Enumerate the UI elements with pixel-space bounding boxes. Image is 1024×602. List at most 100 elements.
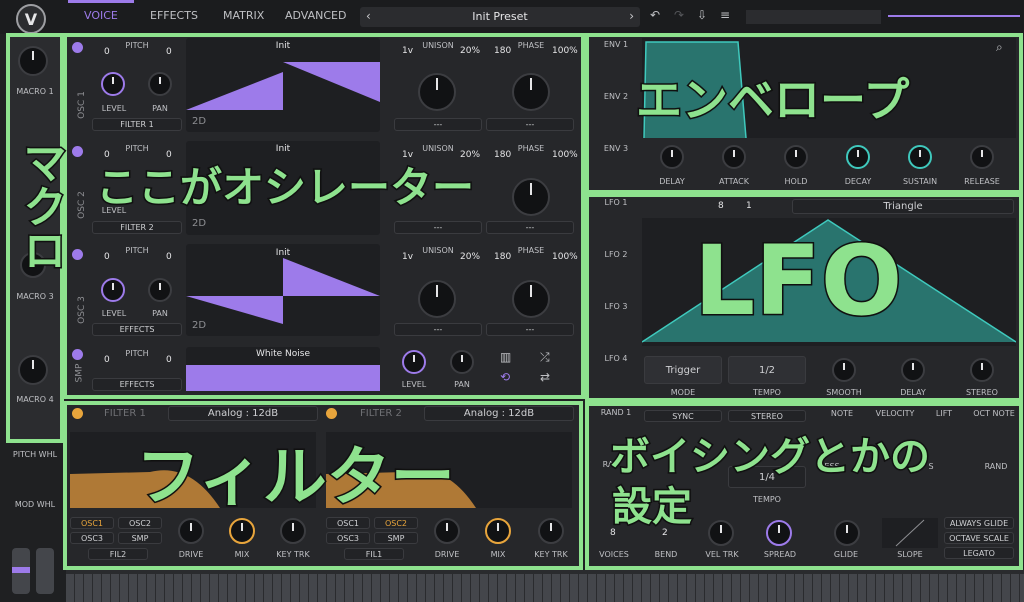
env-delay-knob[interactable] bbox=[660, 145, 684, 169]
lfo-mode-button[interactable]: Trigger bbox=[644, 356, 722, 384]
filter1-src-osc1[interactable]: OSC1 bbox=[70, 517, 114, 529]
env-release-knob[interactable] bbox=[970, 145, 994, 169]
undo-icon[interactable]: ↶ bbox=[650, 8, 660, 22]
tab-voice[interactable]: VOICE bbox=[84, 9, 118, 22]
osc1-pan-knob[interactable] bbox=[148, 72, 172, 96]
lfo-div-value[interactable]: 1 bbox=[746, 201, 752, 211]
osc3-enable-toggle[interactable] bbox=[72, 249, 83, 260]
osc1-unison-knob[interactable] bbox=[418, 73, 456, 111]
rand-tab-1[interactable]: RAND 1 bbox=[596, 408, 636, 417]
mpe-lift[interactable]: LIFT bbox=[926, 409, 962, 418]
osc3-unison-detune[interactable]: 20% bbox=[460, 252, 480, 262]
filter2-route-button[interactable]: FIL1 bbox=[344, 548, 404, 560]
rand-stereo-button[interactable]: STEREO bbox=[728, 410, 806, 422]
tab-effects[interactable]: EFFECTS bbox=[150, 9, 198, 22]
filter2-mix-knob[interactable] bbox=[485, 518, 511, 544]
next-preset-icon[interactable]: › bbox=[629, 9, 634, 23]
filter1-model-dropdown[interactable]: Analog : 12dB bbox=[168, 406, 318, 421]
glide-knob[interactable] bbox=[834, 520, 860, 546]
tab-matrix[interactable]: MATRIX bbox=[223, 9, 264, 22]
filter2-src-osc1[interactable]: OSC1 bbox=[326, 517, 370, 529]
octave-scale-button[interactable]: OCTAVE SCALE bbox=[944, 532, 1014, 544]
osc1-pitch-left[interactable]: 0 bbox=[104, 47, 110, 57]
filter2-enable-toggle[interactable] bbox=[326, 408, 337, 419]
always-glide-button[interactable]: ALWAYS GLIDE bbox=[944, 517, 1014, 529]
osc3-pitch-left[interactable]: 0 bbox=[104, 252, 110, 262]
filter1-src-smp[interactable]: SMP bbox=[118, 532, 162, 544]
osc3-phase-value[interactable]: 180 bbox=[494, 252, 511, 262]
filter1-route-button[interactable]: FIL2 bbox=[88, 548, 148, 560]
osc3-phase-knob[interactable] bbox=[512, 280, 550, 318]
osc3-phase-rand[interactable]: 100% bbox=[552, 252, 578, 262]
mpe-velocity[interactable]: VELOCITY bbox=[868, 409, 922, 418]
osc1-route-button[interactable]: FILTER 1 bbox=[92, 118, 182, 131]
osc2-enable-toggle[interactable] bbox=[72, 146, 83, 157]
mpe-rand-partial[interactable]: RAND bbox=[980, 462, 1012, 471]
osc2-sub2-dropdown[interactable]: --- bbox=[486, 221, 574, 234]
legato-button[interactable]: LEGATO bbox=[944, 547, 1014, 559]
env-sustain-knob[interactable] bbox=[908, 145, 932, 169]
random-icon[interactable]: ⤮ bbox=[540, 350, 550, 365]
env-hold-knob[interactable] bbox=[784, 145, 808, 169]
menu-icon[interactable]: ≡ bbox=[720, 8, 730, 22]
osc1-level-knob[interactable] bbox=[101, 72, 125, 96]
env-tab-2[interactable]: ENV 2 bbox=[596, 92, 636, 101]
osc3-sub2-dropdown[interactable]: --- bbox=[486, 323, 574, 336]
filter2-drive-knob[interactable] bbox=[434, 518, 460, 544]
filter1-mix-knob[interactable] bbox=[229, 518, 255, 544]
filter1-drive-knob[interactable] bbox=[178, 518, 204, 544]
osc1-phase-value[interactable]: 180 bbox=[494, 46, 511, 56]
filter2-model-dropdown[interactable]: Analog : 12dB bbox=[424, 406, 574, 421]
smp-enable-toggle[interactable] bbox=[72, 349, 83, 360]
redo-icon[interactable]: ↷ bbox=[674, 8, 684, 22]
env-tab-3[interactable]: ENV 3 bbox=[596, 144, 636, 153]
mpe-note[interactable]: NOTE bbox=[820, 409, 864, 418]
preset-selector[interactable]: ‹ Init Preset › bbox=[360, 7, 640, 27]
smp-level-knob[interactable] bbox=[402, 350, 426, 374]
env-attack-knob[interactable] bbox=[722, 145, 746, 169]
osc3-sub-dropdown[interactable]: --- bbox=[394, 323, 482, 336]
filter2-keytrk-knob[interactable] bbox=[538, 518, 564, 544]
osc3-pitch-right[interactable]: 0 bbox=[166, 252, 172, 262]
osc1-unison-voices[interactable]: 1v bbox=[402, 46, 413, 56]
env-tab-1[interactable]: ENV 1 bbox=[596, 40, 636, 49]
env-decay-knob[interactable] bbox=[846, 145, 870, 169]
bounce-icon[interactable]: ⇄ bbox=[540, 370, 550, 384]
osc1-unison-detune[interactable]: 20% bbox=[460, 46, 480, 56]
osc2-route-button[interactable]: FILTER 2 bbox=[92, 221, 182, 234]
macro-1-knob[interactable] bbox=[18, 46, 48, 76]
smp-pitch-left[interactable]: 0 bbox=[104, 355, 110, 365]
filter2-src-osc3[interactable]: OSC3 bbox=[326, 532, 370, 544]
lfo-tab-2[interactable]: LFO 2 bbox=[596, 250, 636, 259]
macro-4-knob[interactable] bbox=[18, 355, 48, 385]
mod-wheel[interactable] bbox=[36, 548, 54, 594]
zoom-icon[interactable]: ⌕ bbox=[996, 40, 1003, 55]
lfo-tab-3[interactable]: LFO 3 bbox=[596, 302, 636, 311]
mpe-octnote[interactable]: OCT NOTE bbox=[968, 409, 1020, 418]
lfo-delay-knob[interactable] bbox=[901, 358, 925, 382]
filter1-src-osc3[interactable]: OSC3 bbox=[70, 532, 114, 544]
osc2-phase-value[interactable]: 180 bbox=[494, 150, 511, 160]
filter1-enable-toggle[interactable] bbox=[72, 408, 83, 419]
osc3-level-knob[interactable] bbox=[101, 278, 125, 302]
smp-pan-knob[interactable] bbox=[450, 350, 474, 374]
smp-route-button[interactable]: EFFECTS bbox=[92, 378, 182, 391]
filter2-src-smp[interactable]: SMP bbox=[374, 532, 418, 544]
piano-keyboard[interactable] bbox=[66, 570, 1024, 602]
lfo-shape-dropdown[interactable]: Triangle bbox=[792, 199, 1014, 214]
volume-slider[interactable] bbox=[888, 15, 1020, 17]
rand-sync-button[interactable]: SYNC bbox=[644, 410, 722, 422]
osc2-sub-dropdown[interactable]: --- bbox=[394, 221, 482, 234]
lfo-tab-4[interactable]: LFO 4 bbox=[596, 354, 636, 363]
lfo-smooth-knob[interactable] bbox=[832, 358, 856, 382]
keyboard-icon[interactable]: ▥ bbox=[500, 350, 511, 364]
filter1-keytrk-knob[interactable] bbox=[280, 518, 306, 544]
osc1-sub-dropdown[interactable]: --- bbox=[394, 118, 482, 131]
vel-trk-knob[interactable] bbox=[708, 520, 734, 546]
osc3-route-button[interactable]: EFFECTS bbox=[92, 323, 182, 336]
osc2-phase-knob[interactable] bbox=[512, 178, 550, 216]
slope-display[interactable] bbox=[882, 518, 938, 548]
osc3-unison-knob[interactable] bbox=[418, 280, 456, 318]
osc1-phase-knob[interactable] bbox=[512, 73, 550, 111]
smp-pitch-right[interactable]: 0 bbox=[166, 355, 172, 365]
